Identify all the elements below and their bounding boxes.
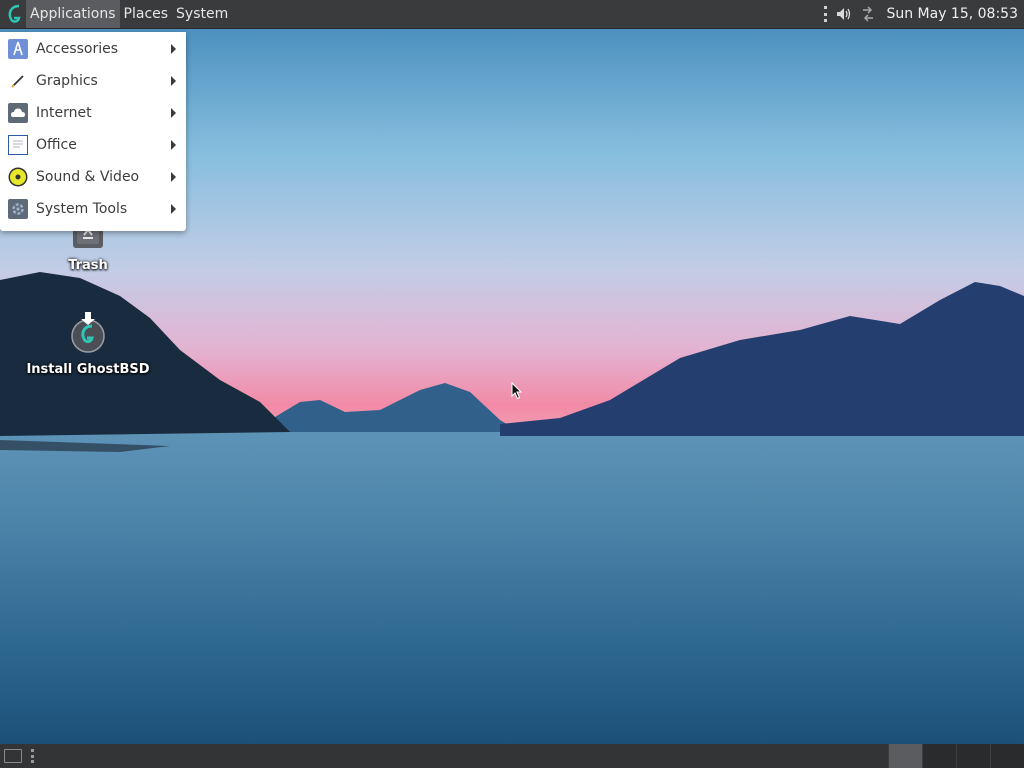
submenu-arrow-icon (171, 204, 176, 214)
accessories-icon (8, 39, 28, 59)
volume-icon[interactable] (834, 4, 854, 24)
workspace-2[interactable] (922, 744, 956, 768)
sound-video-icon (8, 167, 28, 187)
submenu-arrow-icon (171, 140, 176, 150)
office-icon (8, 135, 28, 155)
desktop-icon-label: Install GhostBSD (26, 362, 150, 377)
system-tools-icon (8, 199, 28, 219)
mouse-pointer-icon (511, 381, 523, 404)
clock[interactable]: Sun May 15, 08:53 (882, 6, 1024, 22)
panel-separator (31, 749, 34, 763)
submenu-arrow-icon (171, 172, 176, 182)
show-desktop-icon[interactable] (4, 749, 22, 763)
menu-item-label: Sound & Video (36, 169, 140, 185)
applications-menu-button[interactable]: Applications (26, 0, 120, 28)
desktop-icon-label: Trash (68, 258, 108, 273)
workspace-3[interactable] (956, 744, 990, 768)
menu-item-label: Office (36, 137, 77, 153)
workspace-1[interactable] (888, 744, 922, 768)
menu-item-accessories[interactable]: Accessories (0, 33, 186, 65)
places-menu-button[interactable]: Places (120, 0, 173, 28)
internet-icon (8, 103, 28, 123)
menu-item-office[interactable]: Office (0, 129, 186, 161)
system-menu-button[interactable]: System (172, 0, 232, 28)
menu-item-sound-video[interactable]: Sound & Video (0, 161, 186, 193)
menu-item-system-tools[interactable]: System Tools (0, 193, 186, 225)
panel-separator (824, 6, 828, 22)
top-panel: Applications Places System Sun May 15, 0… (0, 0, 1024, 28)
workspace-switcher (888, 744, 1024, 768)
menu-item-label: System Tools (36, 201, 128, 217)
applications-menu: Accessories Graphics Internet Office Sou… (0, 32, 186, 231)
desktop-icon-install-ghostbsd[interactable]: Install GhostBSD (26, 312, 150, 377)
graphics-icon (8, 71, 28, 91)
ghostbsd-logo-icon (2, 0, 26, 28)
menu-item-label: Accessories (36, 41, 119, 57)
bottom-panel (0, 744, 1024, 768)
menu-item-label: Internet (36, 105, 92, 121)
workspace-4[interactable] (990, 744, 1024, 768)
panel-tray: Sun May 15, 08:53 (824, 0, 1024, 28)
menu-item-label: Graphics (36, 73, 98, 89)
submenu-arrow-icon (171, 44, 176, 54)
menu-item-internet[interactable]: Internet (0, 97, 186, 129)
network-icon[interactable] (858, 4, 878, 24)
menu-item-graphics[interactable]: Graphics (0, 65, 186, 97)
submenu-arrow-icon (171, 76, 176, 86)
submenu-arrow-icon (171, 108, 176, 118)
ghostbsd-installer-icon (70, 312, 106, 358)
